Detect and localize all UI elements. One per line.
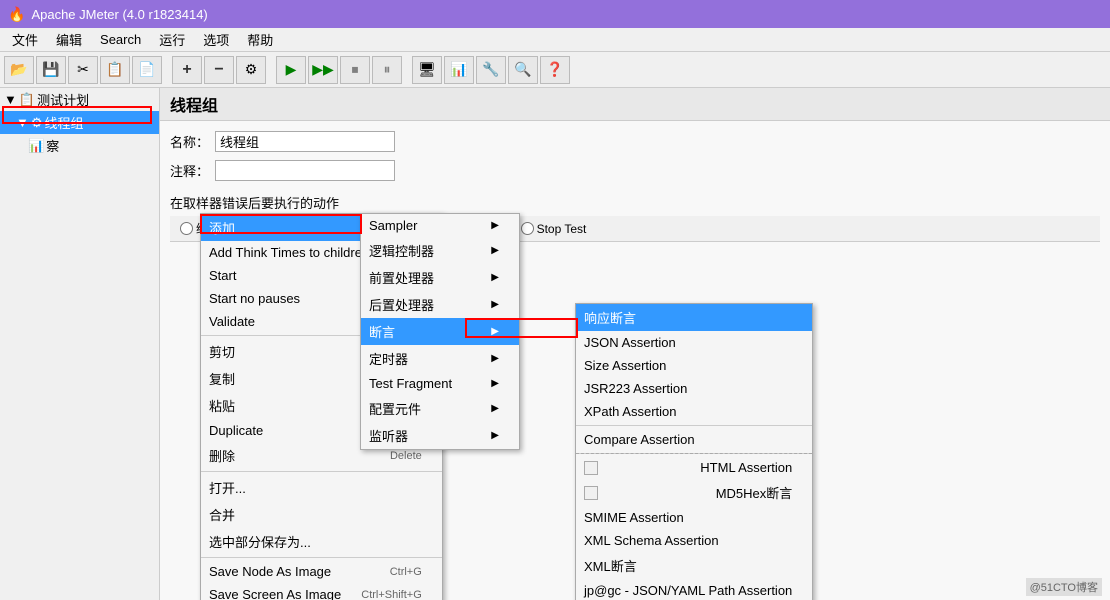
menu-edit[interactable]: 编辑 — [48, 28, 90, 51]
ctx-smime-assertion[interactable]: SMIME Assertion — [576, 506, 812, 529]
ctx-test-fragment[interactable]: Test Fragment▶ — [361, 372, 519, 395]
tree-item-testplan[interactable]: ▼📋测试计划 — [0, 88, 159, 111]
title-bar: 🔥 Apache JMeter (4.0 r1823414) — [0, 0, 1110, 28]
toolbar-settings[interactable]: ⚙ — [236, 56, 266, 84]
context-menu-add: Sampler▶ 逻辑控制器▶ 前置处理器▶ 后置处理器▶ 断言▶ 定时器▶ T… — [360, 213, 520, 450]
tree-item-threadgroup[interactable]: ▼⚙线程组 — [0, 111, 159, 134]
ctx-open[interactable]: 打开... — [201, 474, 442, 501]
toolbar-remote[interactable]: 🖥 — [412, 56, 442, 84]
toolbar-play[interactable]: ▶ — [276, 56, 306, 84]
toolbar-remove[interactable]: − — [204, 56, 234, 84]
toolbar-copy[interactable]: 📋 — [100, 56, 130, 84]
ctx-sep-a1 — [576, 425, 812, 426]
comment-label: 注释： — [170, 161, 209, 180]
menu-options[interactable]: 选项 — [195, 28, 237, 51]
comment-row: 注释： — [170, 160, 1100, 181]
ctx-save-node-image[interactable]: Save Node As ImageCtrl+G — [201, 560, 442, 583]
ctx-save-partial[interactable]: 选中部分保存为... — [201, 528, 442, 555]
toolbar-play-nopause[interactable]: ▶▶ — [308, 56, 338, 84]
ctx-compare-assertion[interactable]: Compare Assertion — [576, 428, 812, 451]
toolbar-function[interactable]: 🔧 — [476, 56, 506, 84]
toolbar-paste[interactable]: 📄 — [132, 56, 162, 84]
ctx-logic-ctrl[interactable]: 逻辑控制器▶ — [361, 237, 519, 264]
ctx-xml-assertion[interactable]: XML断言 — [576, 552, 812, 579]
ctx-response-assertion[interactable]: 响应断言 — [576, 304, 812, 331]
ctx-config-element[interactable]: 配置元件▶ — [361, 395, 519, 422]
ctx-assertion[interactable]: 断言▶ — [361, 318, 519, 345]
toolbar-stop[interactable]: ⏹ — [340, 56, 370, 84]
ctx-listener[interactable]: 监听器▶ — [361, 422, 519, 449]
left-panel: ▼📋测试计划 ▼⚙线程组 📊察 — [0, 88, 160, 600]
toolbar-add[interactable]: + — [172, 56, 202, 84]
menu-bar: 文件 编辑 Search 运行 选项 帮助 — [0, 28, 1110, 52]
title-icon: 🔥 — [8, 6, 25, 23]
ctx-post-processor[interactable]: 后置处理器▶ — [361, 291, 519, 318]
main-layout: ▼📋测试计划 ▼⚙线程组 📊察 线程组 名称： 注释： — [0, 88, 1110, 600]
ctx-merge[interactable]: 合并 — [201, 501, 442, 528]
toolbar-stop2[interactable]: ⏸ — [372, 56, 402, 84]
toolbar-open[interactable]: 📂 — [4, 56, 34, 84]
menu-file[interactable]: 文件 — [4, 28, 46, 51]
context-menu-assertion: 响应断言 JSON Assertion Size Assertion JSR22… — [575, 303, 813, 600]
ctx-xpath-assertion[interactable]: XPath Assertion — [576, 400, 812, 423]
name-label: 名称： — [170, 132, 209, 151]
ctx-sep2 — [201, 471, 442, 472]
name-input[interactable] — [215, 131, 395, 152]
ctx-save-screen-image[interactable]: Save Screen As ImageCtrl+Shift+G — [201, 583, 442, 600]
menu-run[interactable]: 运行 — [151, 28, 193, 51]
watermark: @51CTO博客 — [1026, 578, 1102, 596]
ctx-sampler[interactable]: Sampler▶ — [361, 214, 519, 237]
on-error-label: 在取样器错误后要执行的动作 — [170, 189, 1100, 216]
tree-item-monitor[interactable]: 📊察 — [0, 134, 159, 157]
app-title: Apache JMeter (4.0 r1823414) — [31, 7, 207, 22]
ctx-sep3 — [201, 557, 442, 558]
ctx-html-assertion[interactable]: HTML Assertion — [576, 456, 812, 479]
ctx-pre-processor[interactable]: 前置处理器▶ — [361, 264, 519, 291]
radio-stop-test2[interactable]: Stop Test — [521, 222, 587, 236]
toolbar-template[interactable]: 📊 — [444, 56, 474, 84]
menu-search[interactable]: Search — [92, 30, 149, 49]
toolbar-save[interactable]: 💾 — [36, 56, 66, 84]
panel-title: 线程组 — [160, 88, 1110, 121]
toolbar-help[interactable]: ❓ — [540, 56, 570, 84]
name-row: 名称： — [170, 131, 1100, 152]
toolbar-search[interactable]: 🔍 — [508, 56, 538, 84]
ctx-sep-a2 — [576, 453, 812, 454]
ctx-jsr223-assertion[interactable]: JSR223 Assertion — [576, 377, 812, 400]
ctx-md5hex-assertion[interactable]: MD5Hex断言 — [576, 479, 812, 506]
ctx-jpgc-assertion[interactable]: jp@gc - JSON/YAML Path Assertion — [576, 579, 812, 600]
toolbar: 📂 💾 ✂ 📋 📄 + − ⚙ ▶ ▶▶ ⏹ ⏸ 🖥 📊 🔧 🔍 ❓ — [0, 52, 1110, 88]
ctx-timer[interactable]: 定时器▶ — [361, 345, 519, 372]
right-panel: 线程组 名称： 注释： 在取样器错误后要执行的动作 继续 Start Next … — [160, 88, 1110, 600]
ctx-xml-schema-assertion[interactable]: XML Schema Assertion — [576, 529, 812, 552]
toolbar-cut[interactable]: ✂ — [68, 56, 98, 84]
ctx-size-assertion[interactable]: Size Assertion — [576, 354, 812, 377]
comment-input[interactable] — [215, 160, 395, 181]
ctx-json-assertion[interactable]: JSON Assertion — [576, 331, 812, 354]
menu-help[interactable]: 帮助 — [239, 28, 281, 51]
